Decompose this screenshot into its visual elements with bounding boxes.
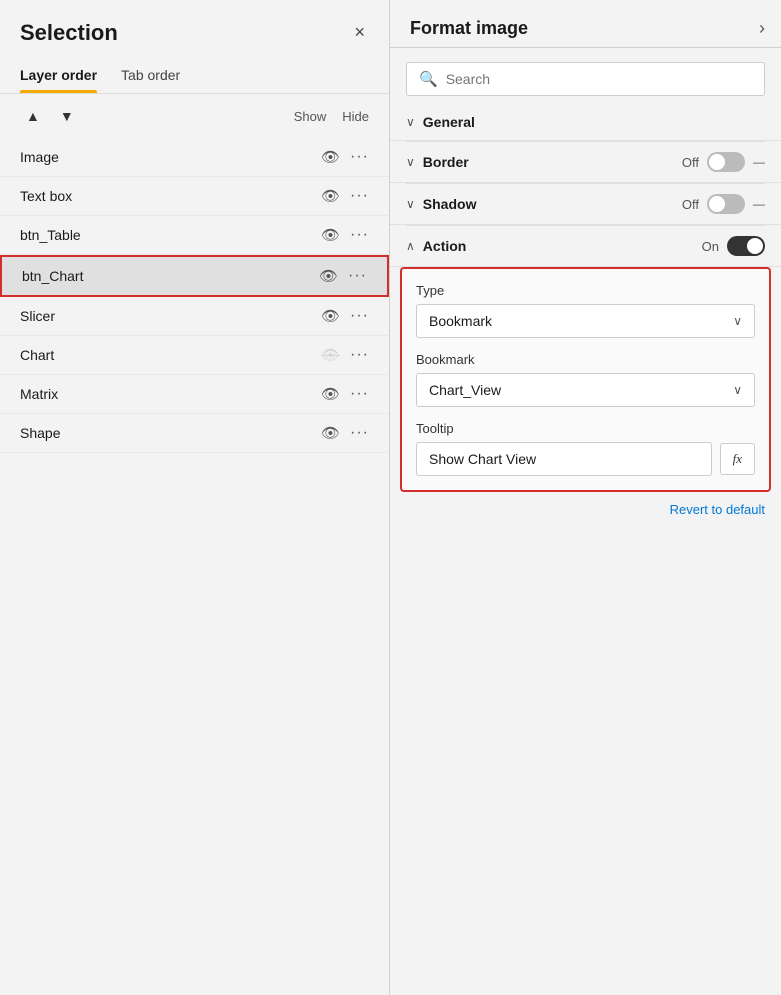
left-panel: Selection × Layer order Tab order ▲ ▼ Sh… [0,0,390,995]
bookmark-dropdown[interactable]: Chart_View ∨ [416,373,755,407]
layer-item-shape[interactable]: Shape 👁 ··· [0,414,389,453]
action-toggle-thumb [747,238,763,254]
tooltip-input[interactable] [416,442,712,476]
section-action-header[interactable]: ∧ Action On [390,226,781,267]
tooltip-input-row: fx [416,442,755,476]
layer-item-slicer[interactable]: Slicer 👁 ··· [0,297,389,336]
fx-button[interactable]: fx [720,443,755,475]
layer-item-matrix[interactable]: Matrix 👁 ··· [0,375,389,414]
move-up-button[interactable]: ▲ [20,104,46,128]
type-dropdown-value: Bookmark [429,313,492,329]
bookmark-dropdown-chevron: ∨ [733,383,742,397]
format-image-title: Format image [410,18,528,39]
type-field-label: Type [416,283,755,298]
shadow-toggle[interactable] [707,194,745,214]
general-chevron-icon: ∨ [406,115,415,129]
layer-list: Image 👁 ··· Text box 👁 ··· btn_Table 👁 ·… [0,138,389,995]
border-chevron-icon: ∨ [406,155,415,169]
layer-item-btn-table[interactable]: btn_Table 👁 ··· [0,216,389,255]
move-down-button[interactable]: ▼ [54,104,80,128]
search-box: 🔍 [406,62,765,96]
tab-active-indicator [20,90,97,93]
right-header: Format image › [390,0,781,48]
tooltip-field: Tooltip fx [416,421,755,476]
bookmark-dropdown-value: Chart_View [429,382,501,398]
right-panel: Format image › 🔍 ∨ General ∨ Border Off … [390,0,781,995]
search-input[interactable] [446,71,752,87]
tab-layer-order[interactable]: Layer order [20,59,97,93]
right-header-arrow-icon[interactable]: › [759,18,765,39]
controls-row: ▲ ▼ Show Hide [0,94,389,138]
visibility-icon-matrix[interactable]: 👁 [321,385,340,403]
layer-item-btn-chart[interactable]: btn_Chart 👁 ··· [0,255,389,297]
more-icon-btn-chart[interactable]: ··· [348,267,367,285]
visibility-icon-chart[interactable]: 👁 [321,346,340,364]
border-toggle-thumb [709,154,725,170]
left-header: Selection × [0,0,389,55]
border-toggle-label: Off [682,155,699,170]
action-expanded-section: Type Bookmark ∨ Bookmark Chart_View ∨ To… [400,267,771,492]
hide-label: Hide [342,109,369,124]
layer-item-image[interactable]: Image 👁 ··· [0,138,389,177]
action-toggle-label: On [702,239,719,254]
visibility-icon-shape[interactable]: 👁 [321,424,340,442]
action-chevron-icon: ∧ [406,239,415,253]
bookmark-field: Bookmark Chart_View ∨ [416,352,755,407]
close-button[interactable]: × [346,18,373,47]
shadow-chevron-icon: ∨ [406,197,415,211]
revert-to-default-link[interactable]: Revert to default [390,492,781,527]
more-icon-chart[interactable]: ··· [350,346,369,364]
tabs-row: Layer order Tab order [0,59,389,94]
type-field: Type Bookmark ∨ [416,283,755,338]
visibility-icon-textbox[interactable]: 👁 [321,187,340,205]
layer-item-textbox[interactable]: Text box 👁 ··· [0,177,389,216]
more-icon-textbox[interactable]: ··· [350,187,369,205]
type-dropdown-chevron: ∨ [733,314,742,328]
action-toggle[interactable] [727,236,765,256]
layer-item-chart[interactable]: Chart 👁 ··· [0,336,389,375]
bookmark-field-label: Bookmark [416,352,755,367]
shadow-toggle-label: Off [682,197,699,212]
shadow-toggle-dash: — [753,197,765,211]
more-icon-matrix[interactable]: ··· [350,385,369,403]
shadow-toggle-track[interactable] [707,194,745,214]
more-icon-btn-table[interactable]: ··· [350,226,369,244]
visibility-icon-image[interactable]: 👁 [321,148,340,166]
type-dropdown[interactable]: Bookmark ∨ [416,304,755,338]
section-border[interactable]: ∨ Border Off — [390,142,781,183]
show-label: Show [294,109,327,124]
action-toggle-track[interactable] [727,236,765,256]
border-toggle-track[interactable] [707,152,745,172]
section-shadow[interactable]: ∨ Shadow Off — [390,184,781,225]
selection-title: Selection [20,20,118,46]
tab-tab-order[interactable]: Tab order [121,59,180,93]
visibility-icon-btn-chart[interactable]: 👁 [319,267,338,285]
section-general[interactable]: ∨ General [390,104,781,141]
shadow-toggle-thumb [709,196,725,212]
more-icon-shape[interactable]: ··· [350,424,369,442]
border-toggle[interactable] [707,152,745,172]
tooltip-field-label: Tooltip [416,421,755,436]
border-toggle-dash: — [753,155,765,169]
more-icon-slicer[interactable]: ··· [350,307,369,325]
search-icon: 🔍 [419,70,438,88]
visibility-icon-slicer[interactable]: 👁 [321,307,340,325]
visibility-icon-btn-table[interactable]: 👁 [321,226,340,244]
more-icon-image[interactable]: ··· [350,148,369,166]
